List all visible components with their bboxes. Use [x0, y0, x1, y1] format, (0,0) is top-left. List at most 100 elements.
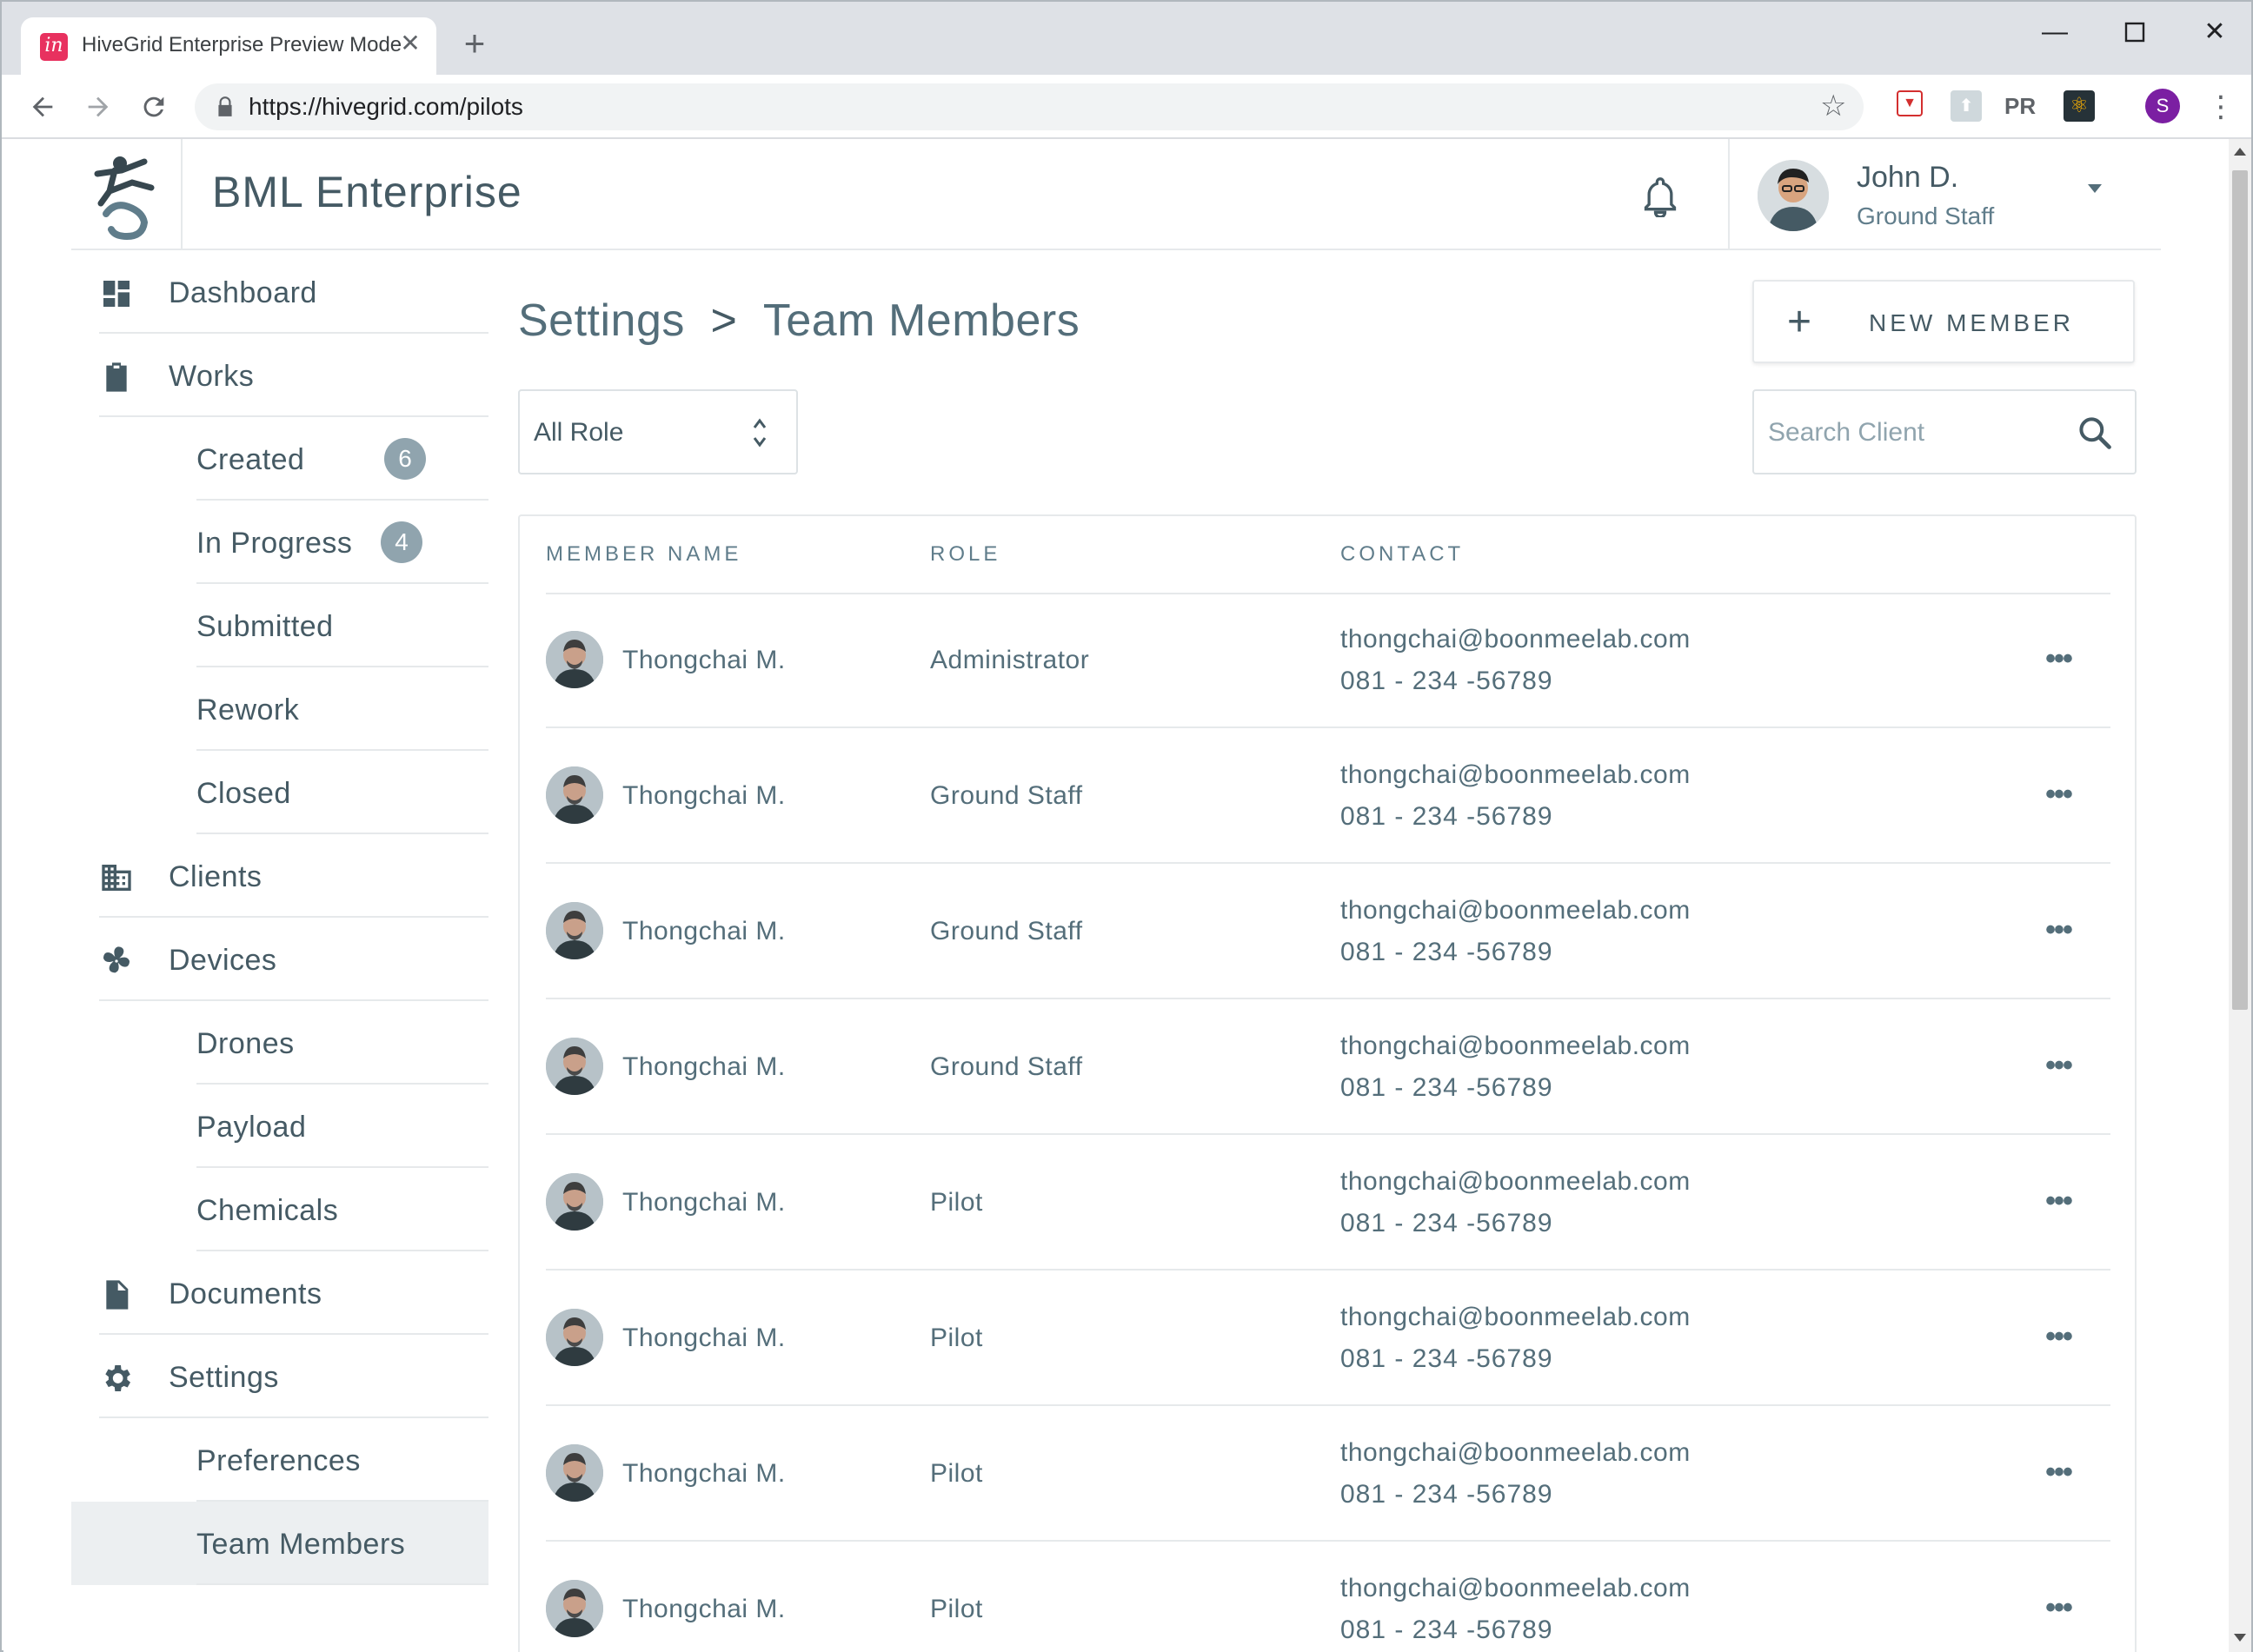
table-row[interactable]: Thongchai M. Ground Staff thongchai@boonme… — [546, 866, 2110, 999]
column-header-contact[interactable]: CONTACT — [1340, 541, 1464, 568]
tab-title: HiveGrid Enterprise Preview Mode — [82, 33, 402, 56]
scroll-up-icon[interactable] — [2234, 148, 2246, 156]
pr-icon[interactable]: PR — [2004, 90, 2036, 122]
table-row[interactable]: Thongchai M. Administrator thongchai@boonm… — [546, 594, 2110, 728]
table-row[interactable]: Thongchai M. Pilot thongchai@boonmeelab.co… — [546, 1408, 2110, 1542]
member-name[interactable]: Thongchai M. — [622, 1050, 786, 1085]
search-input[interactable] — [1768, 412, 2064, 454]
tab-close-icon[interactable]: ✕ — [395, 28, 426, 59]
search-icon[interactable] — [2076, 414, 2114, 452]
table-row[interactable]: Thongchai M. Ground Staff thongchai@boonme… — [546, 1001, 2110, 1135]
user-menu-caret-icon[interactable] — [2088, 184, 2102, 193]
member-name[interactable]: Thongchai M. — [622, 914, 786, 949]
sidebar-item-works[interactable]: Works — [99, 334, 488, 417]
react-icon[interactable]: ⚛ — [2064, 90, 2095, 122]
member-avatar[interactable] — [546, 1038, 603, 1095]
bookmark-star-icon[interactable]: ☆ — [1820, 89, 1846, 123]
sidebar-item-team-members[interactable]: Team Members — [71, 1502, 488, 1585]
more-options-icon[interactable]: ••• — [2034, 1317, 2083, 1356]
app-header: BML Enterprise John D. Ground Staff — [71, 139, 2161, 250]
sidebar-item-rework[interactable]: Rework — [196, 667, 488, 751]
user-avatar[interactable] — [1758, 160, 1829, 231]
new-member-button[interactable]: + NEW MEMBER — [1752, 280, 2135, 363]
table-row[interactable]: Thongchai M. Pilot thongchai@boonmeelab.co… — [546, 1272, 2110, 1406]
member-avatar[interactable] — [546, 766, 603, 824]
member-phone: 081 - 234 -56789 — [1340, 1209, 1553, 1237]
browser-menu-icon[interactable]: ⋮ — [2206, 87, 2236, 127]
more-options-icon[interactable]: ••• — [2034, 1046, 2083, 1085]
member-avatar[interactable] — [546, 1173, 603, 1231]
more-options-icon[interactable]: ••• — [2034, 911, 2083, 949]
scroll-down-icon[interactable] — [2234, 1634, 2246, 1642]
window-close-icon[interactable]: ✕ — [2189, 10, 2241, 54]
member-avatar[interactable] — [546, 1580, 603, 1637]
plus-icon: + — [1787, 299, 1812, 345]
sidebar-item-submitted[interactable]: Submitted — [196, 584, 488, 667]
member-email[interactable]: thongchai@boonmeelab.com — [1340, 1571, 1691, 1606]
sidebar-item-in-progress[interactable]: In Progress 4 — [196, 501, 488, 584]
member-name[interactable]: Thongchai M. — [622, 1456, 786, 1491]
reload-icon[interactable] — [134, 87, 174, 127]
more-options-icon[interactable]: ••• — [2034, 775, 2083, 813]
more-options-icon[interactable]: ••• — [2034, 1182, 2083, 1220]
column-header-role[interactable]: ROLE — [930, 541, 1000, 568]
member-role: Ground Staff — [930, 917, 1083, 945]
breadcrumb-parent[interactable]: Settings — [518, 295, 685, 346]
member-name[interactable]: Thongchai M. — [622, 779, 786, 813]
table-row[interactable]: Thongchai M. Pilot thongchai@boonmeelab.co… — [546, 1543, 2110, 1652]
back-icon[interactable] — [23, 87, 63, 127]
more-options-icon[interactable]: ••• — [2034, 1589, 2083, 1627]
member-avatar[interactable] — [546, 1309, 603, 1366]
user-name[interactable]: John D. — [1857, 158, 1958, 196]
logo[interactable] — [71, 139, 183, 250]
sidebar-item-drones[interactable]: Drones — [196, 1001, 488, 1085]
member-email[interactable]: thongchai@boonmeelab.com — [1340, 758, 1691, 793]
vertical-scrollbar[interactable] — [2229, 139, 2251, 1652]
table-row[interactable]: Thongchai M. Ground Staff thongchai@boonme… — [546, 730, 2110, 864]
sidebar-item-clients[interactable]: Clients — [99, 834, 488, 918]
member-avatar[interactable] — [546, 902, 603, 959]
member-name[interactable]: Thongchai M. — [622, 1592, 786, 1627]
scrollbar-thumb[interactable] — [2232, 170, 2248, 1010]
member-phone: 081 - 234 -56789 — [1340, 802, 1553, 831]
member-email[interactable]: thongchai@boonmeelab.com — [1340, 622, 1691, 657]
more-options-icon[interactable]: ••• — [2034, 640, 2083, 678]
sidebar-item-documents[interactable]: Documents — [99, 1251, 488, 1335]
member-email[interactable]: thongchai@boonmeelab.com — [1340, 1436, 1691, 1470]
sidebar-item-settings[interactable]: Settings — [99, 1335, 488, 1418]
role-filter-select[interactable]: All Role — [518, 389, 798, 474]
member-avatar[interactable] — [546, 631, 603, 688]
sidebar-item-preferences[interactable]: Preferences — [196, 1418, 488, 1502]
member-email[interactable]: thongchai@boonmeelab.com — [1340, 1300, 1691, 1335]
maximize-icon[interactable] — [2109, 10, 2161, 54]
member-name[interactable]: Thongchai M. — [622, 643, 786, 678]
member-email[interactable]: thongchai@boonmeelab.com — [1340, 1029, 1691, 1064]
member-avatar[interactable] — [546, 1444, 603, 1502]
member-role: Administrator — [930, 646, 1090, 674]
new-tab-icon[interactable]: + — [455, 25, 494, 64]
sidebar-item-chemicals[interactable]: Chemicals — [196, 1168, 488, 1251]
breadcrumb-separator: > — [710, 295, 738, 346]
member-email[interactable]: thongchai@boonmeelab.com — [1340, 893, 1691, 928]
profile-avatar[interactable]: S — [2145, 89, 2180, 123]
sidebar-item-closed[interactable]: Closed — [196, 751, 488, 834]
more-options-icon[interactable]: ••• — [2034, 1453, 2083, 1491]
member-name[interactable]: Thongchai M. — [622, 1321, 786, 1356]
sidebar-item-devices[interactable]: Devices — [99, 918, 488, 1001]
sidebar-item-created[interactable]: Created 6 — [196, 417, 488, 501]
sidebar-item-payload[interactable]: Payload — [196, 1085, 488, 1168]
pocket-icon[interactable]: ▼ — [1897, 90, 1923, 116]
notification-bell-icon[interactable] — [1641, 176, 1679, 217]
table-row[interactable]: Thongchai M. Pilot thongchai@boonmeelab.co… — [546, 1137, 2110, 1271]
breadcrumb-current: Team Members — [762, 295, 1080, 346]
sidebar-item-dashboard[interactable]: Dashboard — [99, 250, 488, 334]
sidebar-item-label: Submitted — [196, 610, 334, 643]
member-email[interactable]: thongchai@boonmeelab.com — [1340, 1164, 1691, 1199]
column-header-name[interactable]: MEMBER NAME — [546, 541, 741, 568]
address-bar[interactable]: https://hivegrid.com/pilots ☆ — [195, 83, 1864, 130]
member-name[interactable]: Thongchai M. — [622, 1185, 786, 1220]
pdf-icon[interactable]: ⬆ — [1951, 90, 1982, 122]
forward-icon[interactable] — [78, 87, 118, 127]
minimize-icon[interactable]: — — [2029, 10, 2081, 54]
browser-tab[interactable]: in HiveGrid Enterprise Preview Mode ✕ — [21, 17, 436, 75]
